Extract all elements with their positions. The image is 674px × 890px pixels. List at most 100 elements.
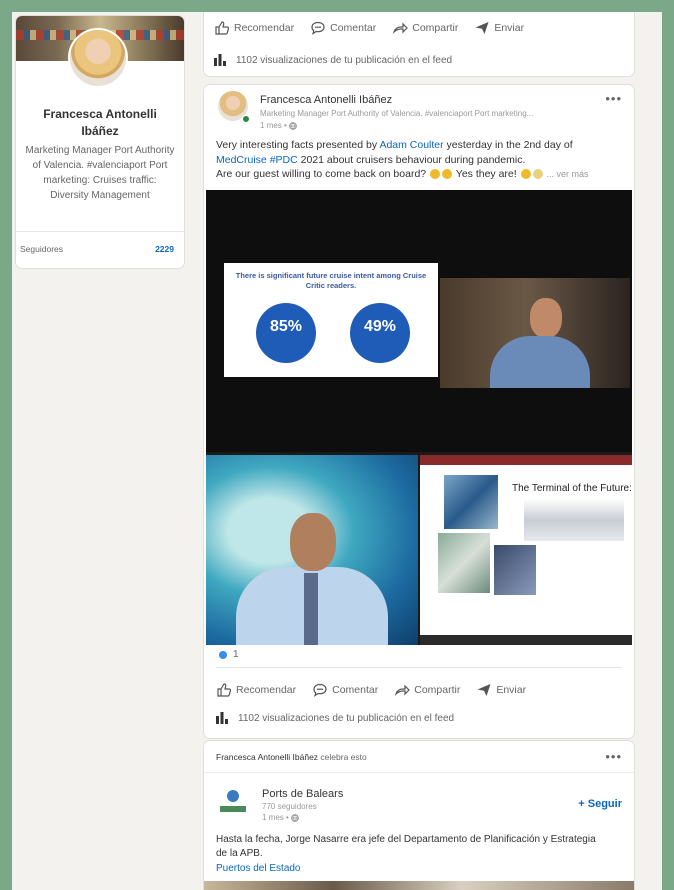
online-status-dot [242, 115, 250, 123]
share-arrow-icon [393, 22, 409, 35]
profile-name[interactable]: Francesca Antonelli Ibáñez [24, 106, 176, 140]
post-image[interactable]: There is significant future cruise inten… [206, 190, 632, 645]
post-text-2: 2021 about cruisers behaviour during pan… [297, 153, 526, 166]
post-actions: Recomendar Comentar Compartir Enviar [216, 682, 526, 698]
post-body: Hasta la fecha, Jorge Nasarre era jefe d… [216, 834, 596, 859]
speaker-video-tile [206, 455, 418, 645]
like-button[interactable]: Recomendar [214, 20, 294, 36]
slide-photo [444, 475, 498, 529]
slide-taskbar [420, 635, 632, 645]
thumb-up-icon [217, 683, 232, 697]
mention-link[interactable]: Adam Coulter [379, 139, 443, 151]
send-icon [475, 22, 489, 34]
divider [204, 772, 634, 773]
presentation-slide: There is significant future cruise inten… [224, 263, 438, 377]
share-label: Compartir [412, 22, 459, 34]
followers-count[interactable]: 2229 [155, 244, 174, 254]
company-tag-link[interactable]: Puertos del Estado [216, 863, 301, 874]
celebration-header: Francesca Antonelli Ibáñez celebra esto [216, 752, 367, 762]
post-analytics[interactable]: 1102 visualizaciones de tu publicación e… [214, 54, 452, 66]
like-button[interactable]: Recomendar [216, 682, 296, 698]
hashtag-pdc[interactable]: #PDC [270, 154, 298, 166]
profile-headline: Marketing Manager Port Authority of Vale… [25, 145, 175, 201]
slide-title: The Terminal of the Future: [512, 483, 632, 494]
comment-label: Comentar [332, 684, 379, 696]
post-body: Very interesting facts presented by Adam… [216, 138, 626, 182]
post-card-previous: Recomendar Comentar Compartir Enviar 110… [204, 12, 634, 76]
profile-card[interactable]: Francesca Antonelli Ibáñez Marketing Man… [16, 16, 184, 268]
like-label: Recomendar [234, 22, 295, 34]
globe-icon [289, 122, 297, 130]
see-more-link[interactable]: ... ver más [547, 169, 589, 179]
comment-icon [313, 683, 327, 697]
share-button[interactable]: Compartir [394, 682, 460, 698]
like-label: Recomendar [236, 684, 297, 696]
emoji-icon [430, 169, 441, 180]
views-text: 1102 visualizaciones de tu publicación e… [238, 712, 455, 724]
post-actions: Recomendar Comentar Compartir Enviar [214, 20, 524, 36]
speaker-head [530, 298, 562, 338]
reactions-count[interactable]: 1 [233, 649, 239, 660]
stat-value: 49% [363, 318, 397, 335]
stat-value: 85% [269, 318, 303, 335]
celebrates-text: celebra esto [318, 752, 367, 762]
comment-label: Comentar [330, 22, 377, 34]
share-button[interactable]: Compartir [392, 20, 458, 36]
follow-button[interactable]: + Seguir [578, 798, 622, 810]
profile-avatar[interactable] [68, 28, 128, 88]
speaker-video [440, 278, 630, 388]
speaker-body [490, 336, 590, 388]
globe-icon [291, 814, 299, 822]
emoji-icon [520, 169, 531, 180]
stat-circle: 49% [350, 303, 410, 363]
slide-photo [438, 533, 490, 593]
company-name[interactable]: Ports de Balears [262, 788, 343, 800]
divider [216, 667, 622, 668]
post-image[interactable] [204, 881, 634, 890]
author-headline: Marketing Manager Port Authority of Vale… [260, 109, 534, 118]
send-label: Enviar [496, 684, 527, 696]
thumb-up-icon [215, 21, 230, 35]
speaker-head [290, 513, 336, 571]
video-call-screenshot: There is significant future cruise inten… [206, 190, 632, 452]
like-reaction-icon[interactable] [218, 650, 228, 660]
comment-button[interactable]: Comentar [312, 682, 378, 698]
followers-label[interactable]: Seguidores [20, 244, 63, 254]
presentation-slide-tile: The Terminal of the Future: [420, 455, 632, 645]
post-time: 1 mes • [260, 121, 297, 130]
slide-top-bar [420, 455, 632, 465]
bar-chart-icon [214, 54, 226, 66]
send-icon [477, 684, 491, 696]
post-text-1b: yesterday in the 2nd day of [443, 139, 573, 151]
comment-button[interactable]: Comentar [310, 20, 376, 36]
views-text: 1102 visualizaciones de tu publicación e… [236, 54, 453, 66]
hashtag-medcruise[interactable]: MedCruise [216, 154, 267, 166]
divider [16, 231, 184, 232]
share-arrow-icon [395, 684, 411, 697]
celebrant-name[interactable]: Francesca Antonelli Ibáñez [216, 752, 318, 762]
post-text-1a: Very interesting facts presented by [216, 139, 380, 151]
post-text-3: Are our guest willing to come back on bo… [216, 168, 427, 180]
slide-title: There is significant future cruise inten… [235, 271, 427, 290]
speaker-tie [304, 573, 318, 645]
send-button[interactable]: Enviar [474, 20, 524, 36]
share-label: Compartir [414, 684, 461, 696]
more-options-icon[interactable]: ••• [605, 91, 622, 106]
slide-photo [494, 545, 536, 595]
linkedin-feed-screen: Francesca Antonelli Ibáñez Marketing Man… [12, 12, 662, 890]
post-time-text: 1 mes • [262, 813, 289, 822]
bar-chart-icon [216, 712, 228, 724]
post-card-main: Francesca Antonelli Ibáñez Marketing Man… [204, 85, 634, 738]
slide-photo [524, 499, 624, 541]
send-button[interactable]: Enviar [476, 682, 526, 698]
post-time-text: 1 mes • [260, 121, 287, 130]
emoji-icon [532, 169, 543, 180]
company-followers: 770 seguidores [262, 802, 317, 811]
post-analytics[interactable]: 1102 visualizaciones de tu publicación e… [216, 712, 454, 724]
post-text-4: Yes they are! [455, 168, 517, 180]
post-time: 1 mes • [262, 813, 299, 822]
author-name[interactable]: Francesca Antonelli Ibáñez [260, 94, 392, 106]
more-options-icon[interactable]: ••• [605, 749, 622, 764]
stat-circle: 85% [256, 303, 316, 363]
company-logo[interactable] [216, 786, 250, 820]
